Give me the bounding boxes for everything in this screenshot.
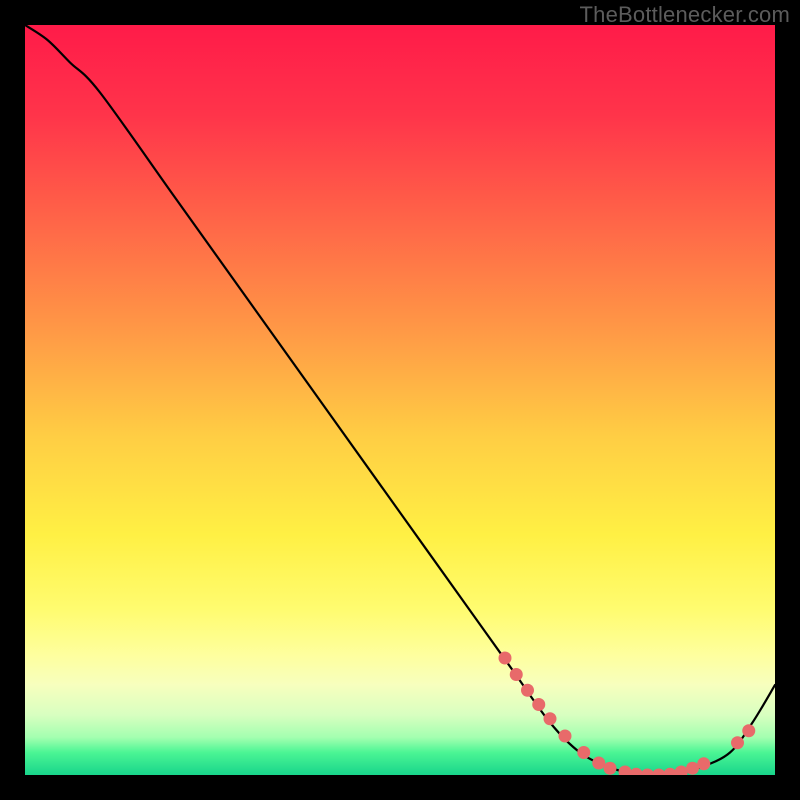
data-point (731, 736, 744, 749)
plot-background (25, 25, 775, 775)
data-point (544, 712, 557, 725)
data-point (499, 652, 512, 665)
chart-frame: TheBottlenecker.com (0, 0, 800, 800)
data-point (577, 746, 590, 759)
data-point (604, 762, 617, 775)
data-point (592, 757, 605, 770)
data-point (697, 757, 710, 770)
data-point (532, 698, 545, 711)
data-point (521, 684, 534, 697)
data-point (686, 762, 699, 775)
data-point (559, 730, 572, 743)
bottleneck-chart (25, 25, 775, 775)
data-point (510, 668, 523, 681)
data-point (742, 724, 755, 737)
